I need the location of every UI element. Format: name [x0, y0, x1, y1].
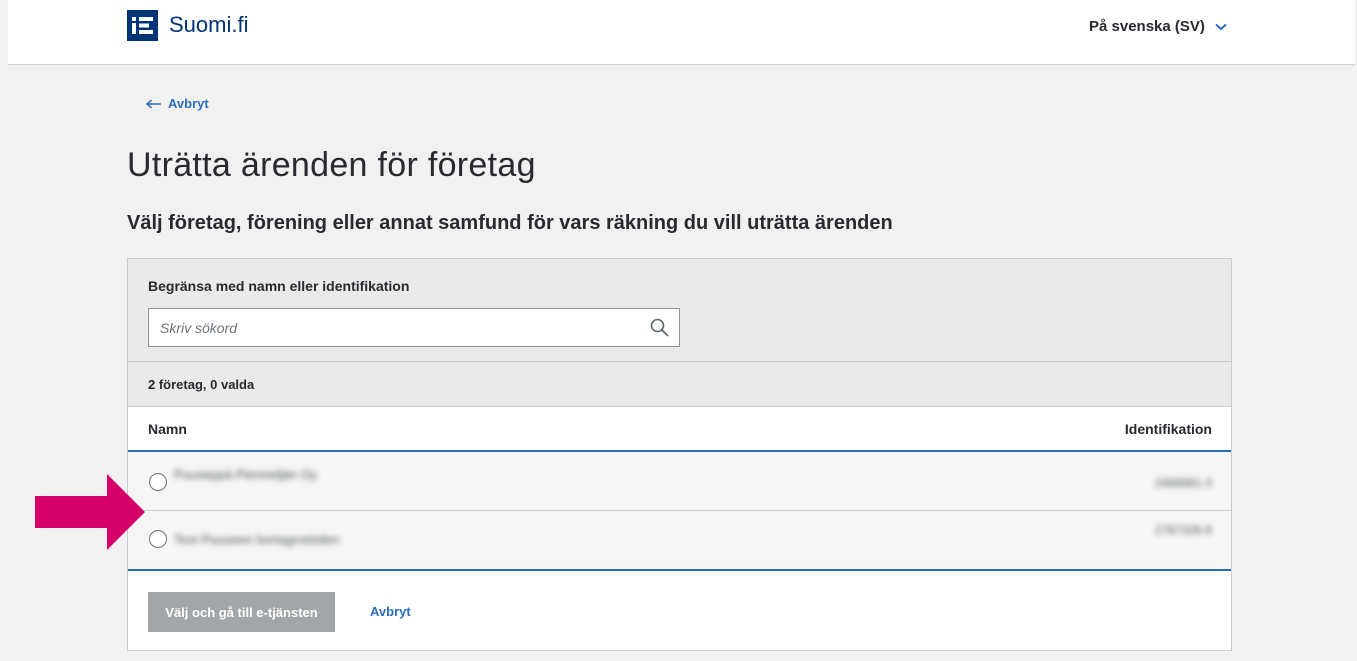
- company-name: Puuseppä Pienneljän Oy: [174, 467, 318, 482]
- page-subtitle: Välj företag, förening eller annat samfu…: [127, 212, 893, 234]
- language-label: På svenska (SV): [1089, 18, 1205, 35]
- action-footer: Välj och gå till e-tjänsten Avbryt: [128, 571, 1231, 651]
- arrow-left-icon: [146, 98, 161, 109]
- search-icon[interactable]: [650, 318, 669, 337]
- language-selector[interactable]: På svenska (SV): [1089, 18, 1227, 35]
- selection-count-bar: 2 företag, 0 valda: [128, 362, 1231, 407]
- column-header-name: Namn: [148, 421, 187, 437]
- filter-section: Begränsa med namn eller identifikation: [128, 259, 1231, 362]
- cancel-link[interactable]: Avbryt: [370, 604, 411, 619]
- logo-text[interactable]: Suomi.fi: [169, 12, 248, 38]
- company-id: 2468981-3: [1154, 476, 1212, 490]
- top-navigation: Suomi.fi På svenska (SV): [8, 0, 1355, 65]
- page-title: Uträtta ärenden för företag: [127, 146, 536, 184]
- column-header-id: Identifikation: [1124, 421, 1212, 437]
- select-and-continue-button[interactable]: Välj och gå till e-tjänsten: [148, 592, 335, 632]
- chevron-down-icon: [1215, 23, 1227, 30]
- search-input[interactable]: [149, 309, 640, 346]
- row-radio-button[interactable]: [149, 473, 167, 491]
- filter-label: Begränsa med namn eller identifikation: [148, 278, 410, 294]
- company-id: 2787326-8: [1154, 523, 1212, 537]
- row-radio-button[interactable]: [149, 530, 167, 548]
- back-link-label: Avbryt: [168, 96, 209, 111]
- suomi-fi-logo-icon[interactable]: [127, 10, 158, 41]
- selection-count: 2 företag, 0 valda: [148, 377, 255, 392]
- table-header: Namn Identifikation: [128, 407, 1231, 452]
- back-link[interactable]: Avbryt: [146, 96, 209, 111]
- search-field: [148, 308, 680, 347]
- arrow-right-icon: [35, 474, 145, 550]
- company-selection-panel: Begränsa med namn eller identifikation 2…: [127, 258, 1232, 651]
- table-row[interactable]: Puuseppä Pienneljän Oy 2468981-3: [128, 452, 1231, 511]
- table-row[interactable]: Toni Puuseen bortagnstöden 2787326-8: [128, 511, 1231, 571]
- company-name: Toni Puuseen bortagnstöden: [174, 532, 340, 547]
